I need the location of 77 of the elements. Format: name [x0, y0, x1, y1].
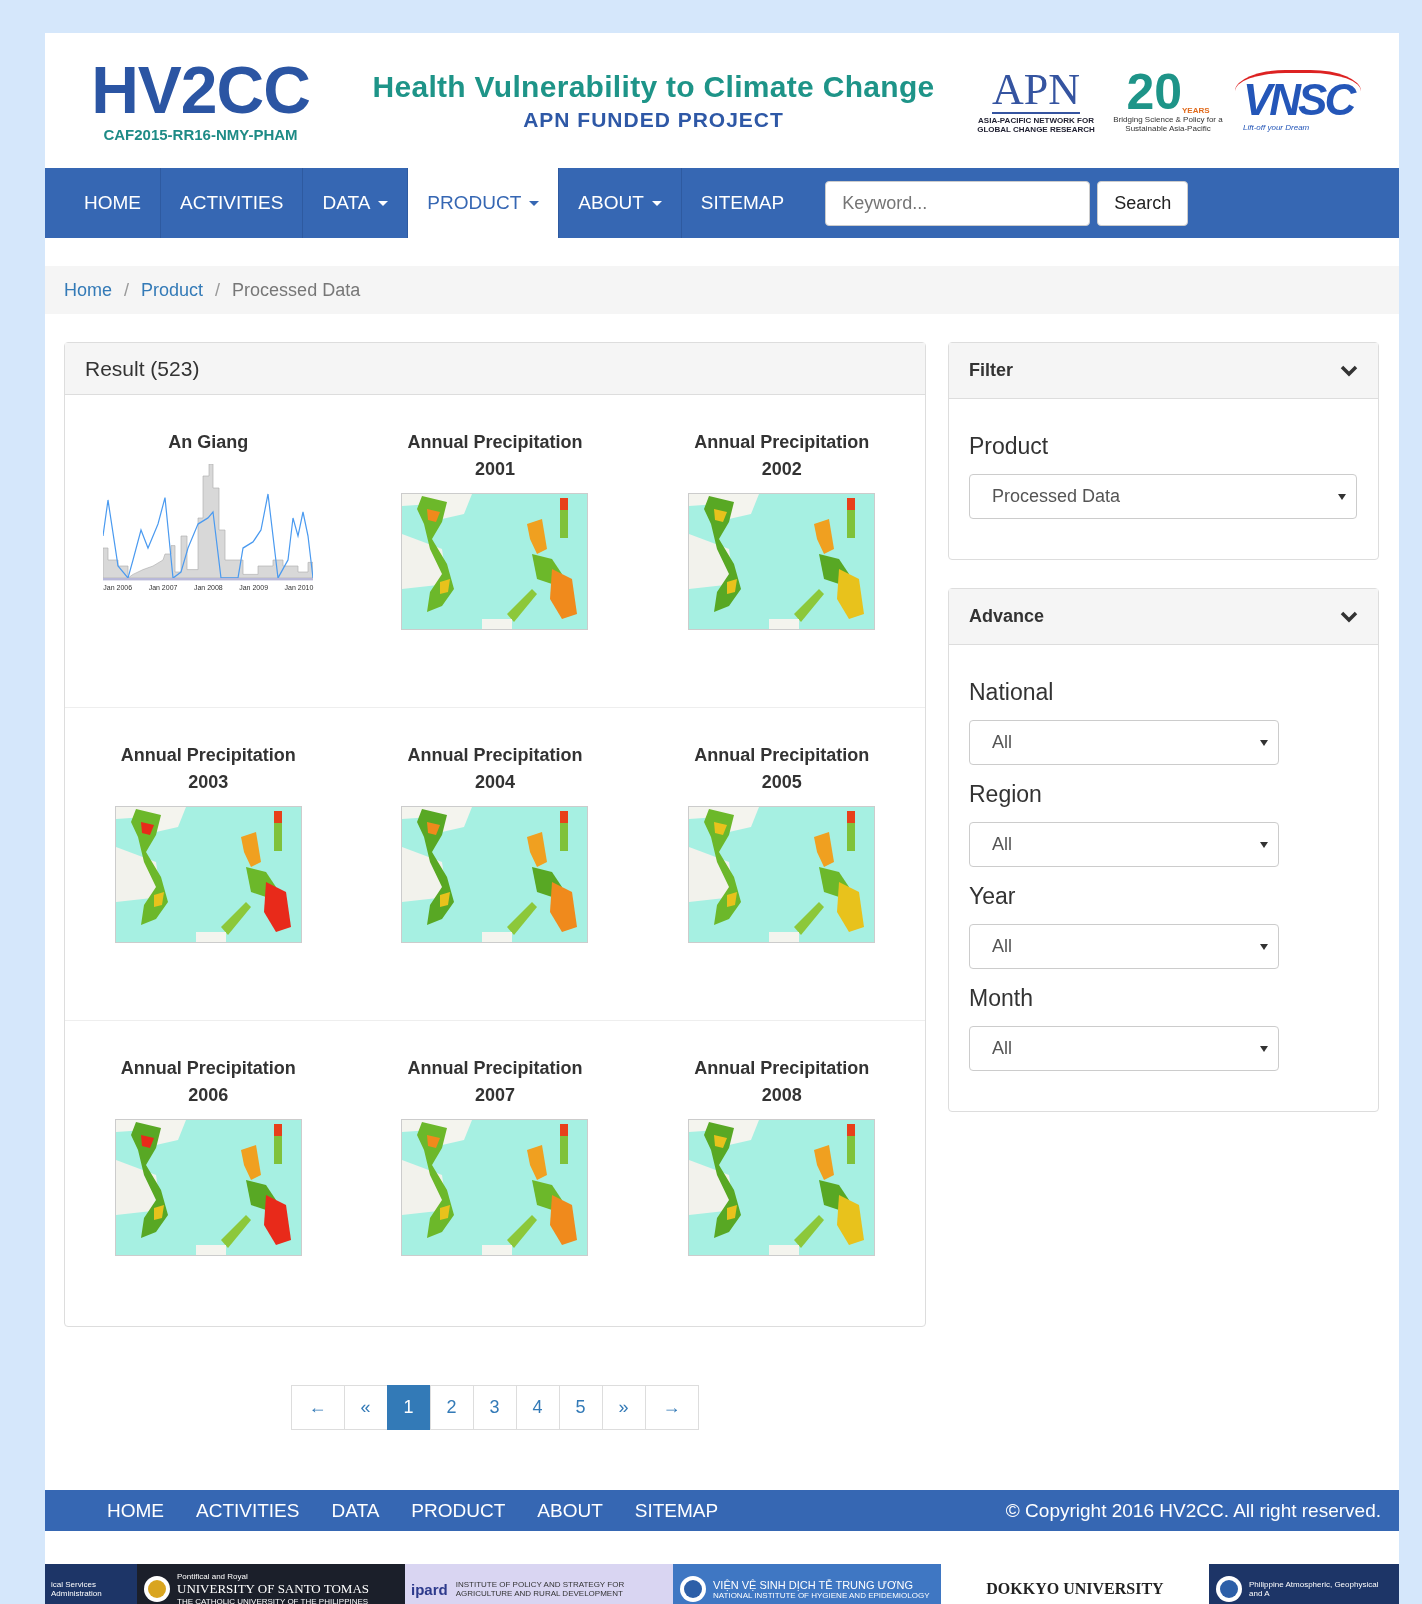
dropdown-field[interactable]: All	[969, 822, 1279, 867]
footer-link[interactable]: SITEMAP	[634, 1499, 719, 1522]
search-button[interactable]: Search	[1097, 180, 1189, 226]
project-code: CAF2015-RR16-NMY-PHAM	[103, 126, 298, 143]
emblem-icon	[679, 1575, 707, 1603]
nav-item[interactable]: PRODUCT	[408, 168, 560, 238]
panel-title: Advance	[969, 606, 1045, 627]
partner-caption: Bridging Science & Policy for a Sustainable Asia-Pacific	[1113, 114, 1223, 133]
partner-caption: ASIA-PACIFIC NETWORK FOR GLOBAL CHANGE RESEARCH	[976, 115, 1096, 134]
result-title[interactable]: Annual Precipitation 2004	[395, 742, 595, 796]
sponsor-logo[interactable]: Pontifical and Royal UNIVERSITY OF SANTO TOMAS THE CATHOLIC UNIVERSITY OF THE PHILIPPINES	[137, 1564, 405, 1604]
footer-link[interactable]: HOME	[107, 1499, 164, 1522]
breadcrumb-link[interactable]: Home	[64, 279, 112, 301]
breadcrumb-separator: /	[123, 279, 131, 301]
site-logo[interactable]: HV2CC	[91, 58, 310, 122]
result-title[interactable]: Annual Precipitation 2007	[395, 1055, 595, 1109]
chevron-down-icon[interactable]	[1340, 610, 1358, 623]
sponsor-text: INSTITUTE OF POLICY AND STRATEGY FOR AGRICULTURE AND RURAL DEVELOPMENT	[455, 1580, 626, 1598]
footer-link[interactable]: PRODUCT	[411, 1499, 506, 1522]
breadcrumb-current: Processed Data	[232, 279, 361, 301]
page-link[interactable]: 2	[429, 1385, 474, 1430]
site-subtitle: APN FUNDED PROJECT	[523, 107, 784, 132]
sponsor-text: Philippine Atmospheric, Geophysical and A	[1249, 1580, 1380, 1598]
page-link[interactable]: 5	[558, 1385, 603, 1430]
result-title[interactable]: Annual Precipitation 2005	[681, 742, 882, 796]
dropdown-field[interactable]: All	[969, 924, 1279, 969]
sponsor-text: Pontifical and Royal	[177, 1572, 249, 1581]
copyright-text: © Copyright 2016 HV2CC. All right reserved.	[1005, 1499, 1381, 1522]
sponsor-text: ipard	[411, 1580, 448, 1598]
result-title[interactable]: An Giang	[108, 429, 309, 456]
dropdown-field[interactable]: Processed Data	[969, 474, 1357, 519]
breadcrumb-separator: /	[214, 279, 222, 301]
page-link[interactable]: 1	[386, 1385, 431, 1430]
results-title: Result (523)	[65, 343, 925, 395]
footer-link[interactable]: ACTIVITIES	[196, 1499, 300, 1522]
result-title[interactable]: Annual Precipitation 2006	[108, 1055, 309, 1109]
dropdown-field[interactable]: All	[969, 720, 1279, 765]
sponsor-logo[interactable]: VIỆN VỆ SINH DỊCH TỄ TRUNG ƯƠNG NATIONAL INSTITUTE OF HYGIENE AND EPIDEMIOLOGY	[673, 1564, 941, 1604]
sponsor-logo[interactable]: Philippine Atmospheric, Geophysical and A	[1209, 1564, 1399, 1604]
dropdown-field[interactable]: All	[969, 1026, 1279, 1071]
page-link[interactable]: »	[601, 1385, 646, 1430]
page-link[interactable]: →	[644, 1385, 699, 1430]
field-label: Month	[969, 985, 1034, 1012]
partner-logo: APN	[992, 67, 1080, 114]
field-label: Product	[969, 433, 1050, 460]
page-link[interactable]: «	[343, 1385, 388, 1430]
sponsor-text: VIỆN VỆ SINH DỊCH TỄ TRUNG ƯƠNG	[713, 1578, 914, 1591]
field-label: National	[969, 679, 1055, 706]
sponsor-text: NATIONAL INSTITUTE OF HYGIENE AND EPIDEMIOLOGY	[713, 1590, 930, 1600]
result-title[interactable]: Annual Precipitation 2003	[108, 742, 309, 796]
emblem-icon	[1215, 1575, 1243, 1603]
result-title[interactable]: Annual Precipitation 2001	[395, 429, 595, 483]
chevron-down-icon[interactable]	[1340, 364, 1358, 377]
anniversary-logo: 20	[1126, 68, 1183, 115]
sponsor-logo[interactable]: ical Services Administration	[45, 1564, 137, 1604]
partner-caption: Lift-off your Dream	[1243, 122, 1310, 132]
page-link[interactable]: 3	[472, 1385, 517, 1430]
panel-title: Filter	[969, 360, 1013, 381]
page-link[interactable]: 4	[515, 1385, 560, 1430]
footer-link[interactable]: ABOUT	[537, 1499, 603, 1522]
field-label: Region	[969, 781, 1043, 808]
footer-link[interactable]: DATA	[331, 1499, 380, 1522]
result-title[interactable]: Annual Precipitation 2008	[681, 1055, 882, 1109]
sponsor-text: DOKKYO UNIVERSITY	[986, 1580, 1164, 1598]
emblem-icon	[143, 1575, 171, 1603]
page-link[interactable]: ←	[290, 1385, 345, 1430]
sponsor-text: THE CATHOLIC UNIVERSITY OF THE PHILIPPINES	[177, 1597, 370, 1604]
sponsor-text: ical Services Administration	[51, 1580, 103, 1598]
partner-logo: VNSC	[1235, 69, 1362, 123]
breadcrumb-link[interactable]: Product	[141, 279, 204, 301]
field-label: Year	[969, 883, 1017, 910]
sponsor-text: UNIVERSITY OF SANTO TOMAS	[177, 1581, 370, 1597]
search-field[interactable]: Keyword...	[825, 180, 1091, 226]
result-title[interactable]: Annual Precipitation 2002	[681, 429, 882, 483]
years-label: YEARS	[1182, 105, 1210, 115]
site-title: Health Vulnerability to Climate Change	[372, 69, 935, 104]
sponsor-logo[interactable]: ipard INSTITUTE OF POLICY AND STRATEGY FOR AGRICULTURE AND RURAL DEVELOPMENT	[405, 1564, 673, 1604]
